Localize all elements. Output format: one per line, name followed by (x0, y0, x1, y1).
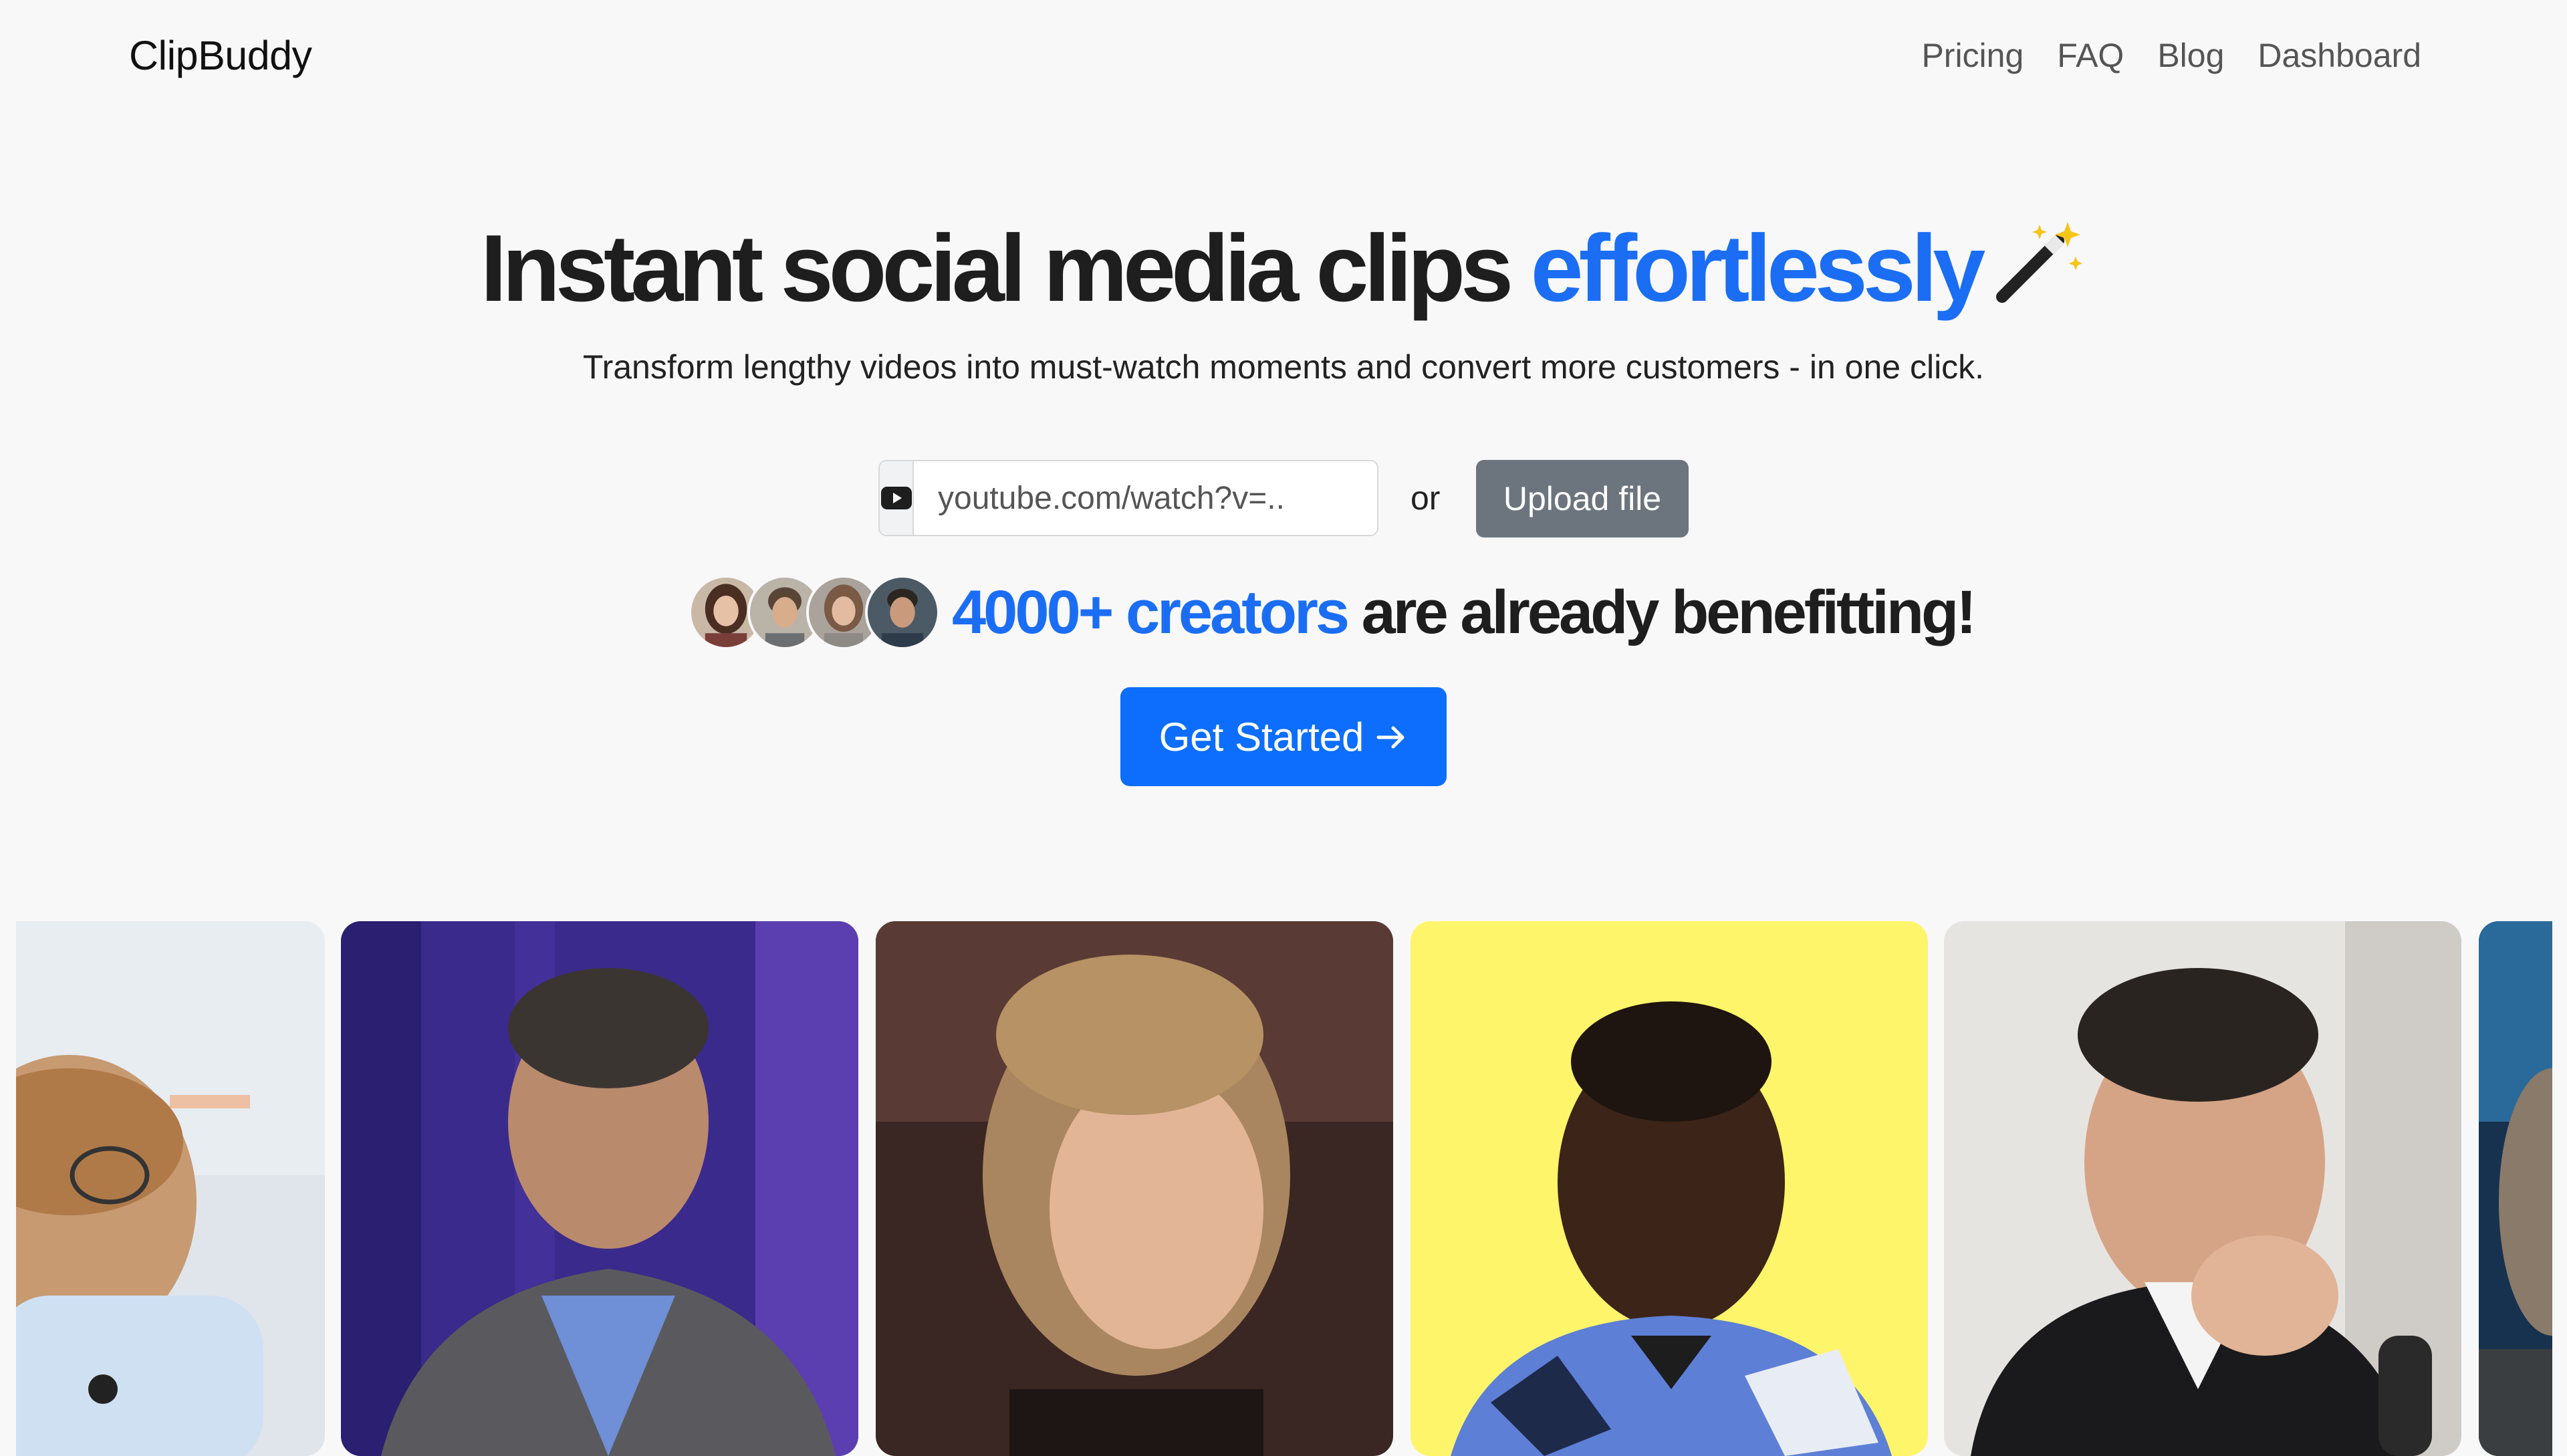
nav-link-pricing[interactable]: Pricing (1921, 36, 2024, 75)
social-proof: 4000+ creators are already benefitting! (689, 574, 1977, 651)
social-proof-rest: are already benefitting! (1361, 578, 1977, 646)
nav-link-faq[interactable]: FAQ (2057, 36, 2124, 75)
hero-title-accent: effortlessly (1530, 215, 1986, 322)
clip-thumbnail[interactable] (876, 921, 1393, 1456)
get-started-label: Get Started (1158, 714, 1364, 759)
avatar (865, 575, 940, 650)
or-separator: or (1411, 479, 1441, 517)
hero-title: Instant social media clips effortlessly (0, 214, 2567, 327)
creator-avatars (689, 575, 940, 650)
top-nav: Pricing FAQ Blog Dashboard (1921, 36, 2421, 75)
social-proof-text: 4000+ creators are already benefitting! (952, 578, 1977, 648)
hero-subtitle: Transform lengthy videos into must-watch… (582, 348, 1985, 386)
youtube-url-group (878, 460, 1378, 536)
clip-thumbnail[interactable] (1411, 921, 1928, 1456)
youtube-url-input[interactable] (914, 461, 1377, 535)
nav-link-blog[interactable]: Blog (2157, 36, 2224, 75)
clip-thumbnail[interactable] (2479, 921, 2552, 1456)
creator-count: 4000+ creators (952, 578, 1350, 646)
youtube-icon (880, 461, 914, 535)
magic-wand-icon (1993, 218, 2086, 327)
upload-file-button[interactable]: Upload file (1476, 460, 1689, 537)
clip-thumbnail[interactable] (16, 921, 325, 1456)
clip-thumbnail[interactable] (341, 921, 858, 1456)
hero-title-main: Instant social media clips (480, 215, 1513, 322)
nav-link-dashboard[interactable]: Dashboard (2257, 36, 2421, 75)
get-started-button[interactable]: Get Started (1120, 687, 1447, 786)
clip-thumbnail[interactable] (1944, 921, 2461, 1456)
arrow-right-icon (1376, 714, 1408, 760)
brand-logo[interactable]: ClipBuddy (129, 32, 312, 79)
